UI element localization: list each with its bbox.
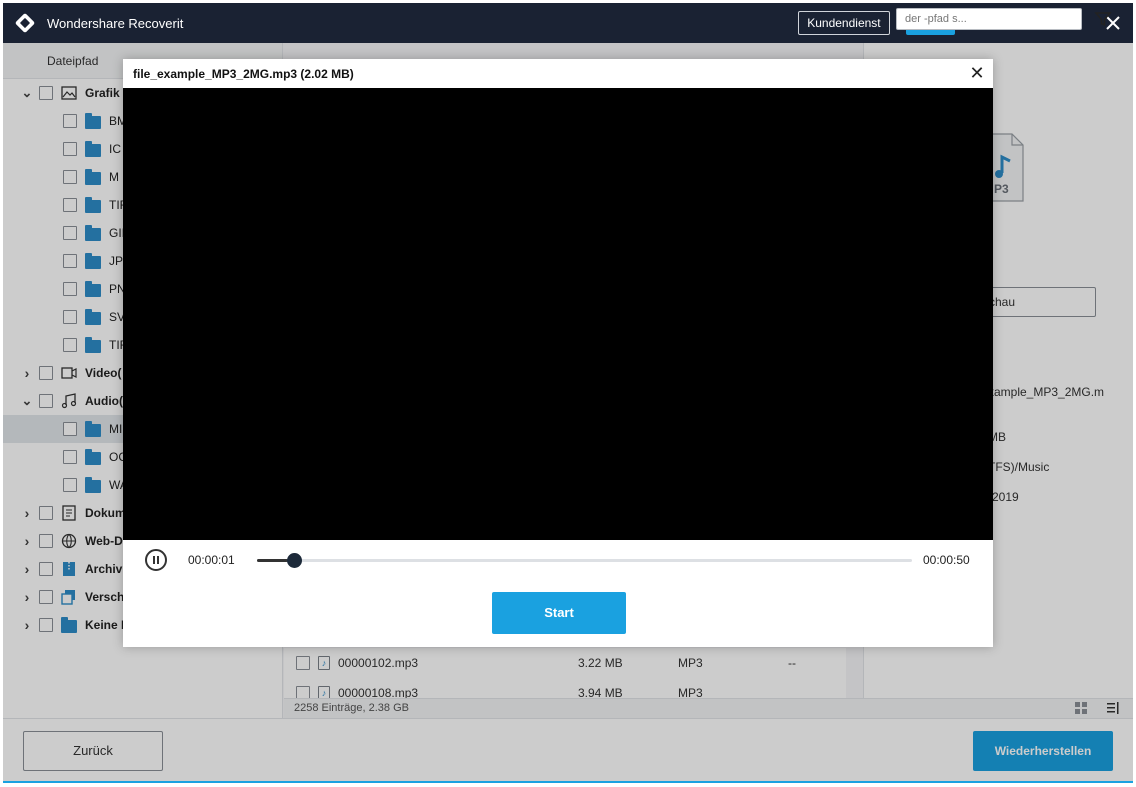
window-accent-edge	[3, 781, 1133, 783]
player-title: file_example_MP3_2MG.mp3 (2.02 MB)	[133, 67, 354, 81]
filter-icon[interactable]	[1094, 10, 1112, 28]
progress-fill	[257, 559, 288, 562]
app-logo	[14, 12, 36, 34]
total-time: 00:00:50	[923, 553, 970, 567]
progress-track[interactable]	[257, 553, 912, 568]
current-time: 00:00:01	[188, 553, 235, 567]
start-button[interactable]: Start	[492, 592, 626, 634]
kundendienst-button[interactable]: Kundendienst	[798, 11, 890, 35]
app-title: Wondershare Recoverit	[47, 15, 184, 31]
audio-player-dialog: file_example_MP3_2MG.mp3 (2.02 MB) ✕ 00:…	[123, 59, 993, 647]
pause-icon[interactable]	[145, 549, 167, 571]
media-display[interactable]	[123, 88, 993, 540]
progress-thumb[interactable]	[286, 553, 302, 568]
close-icon[interactable]: ✕	[967, 63, 987, 83]
search-input[interactable]: der -pfad s...	[896, 8, 1082, 30]
player-controls: 00:00:01 00:00:50	[123, 540, 993, 580]
